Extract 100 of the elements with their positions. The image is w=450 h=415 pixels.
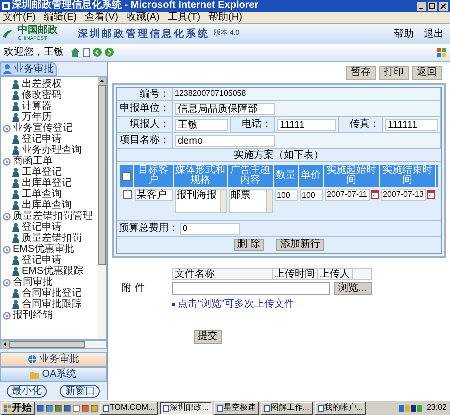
scroll-up-icon[interactable] [98, 77, 106, 85]
tree-group[interactable]: EMS优惠审批 [13, 244, 75, 255]
column-header: 数量 [274, 165, 299, 187]
text-area[interactable]: 报刊海报 [175, 189, 227, 213]
text-field[interactable]: 王敏 [175, 118, 228, 130]
module-button[interactable]: OA系统 [0, 367, 107, 382]
text-field[interactable]: demo [175, 134, 275, 146]
tree-item[interactable]: 业务办理查询 [22, 145, 82, 156]
vertical-scrollbar[interactable] [98, 77, 106, 340]
taskbar-button[interactable]: 图解工作... [260, 402, 313, 414]
tree-group[interactable]: 合同审批 [13, 277, 53, 288]
tree-item[interactable]: 质量差错扣罚 [22, 233, 82, 244]
forward-icon[interactable] [105, 48, 114, 57]
tree-item[interactable]: 出差授权 [22, 79, 62, 90]
windows-icon[interactable] [437, 48, 446, 57]
text-area[interactable]: 邮票 [229, 189, 273, 213]
windows-icon [4, 404, 11, 412]
browse-button[interactable]: 浏览... [334, 282, 372, 295]
page-icon[interactable] [83, 48, 90, 57]
text-field[interactable]: 111111 [385, 118, 438, 130]
sidebar-tab[interactable]: 业务审批 [0, 62, 57, 76]
column-header: 单价 [299, 165, 324, 187]
file-input[interactable] [172, 282, 330, 295]
column-header: 实施起始时间 [324, 165, 380, 187]
minimize-icon[interactable] [417, 2, 426, 10]
column-header: 上传人 [318, 268, 353, 280]
person-icon [12, 190, 20, 199]
text-field[interactable]: 11111 [277, 118, 336, 130]
date-field[interactable]: 2007-07-13 [381, 189, 426, 201]
taskbar-button[interactable]: 深圳邮政... [160, 402, 212, 414]
tree-item[interactable]: 万年历 [22, 112, 52, 123]
tree-item[interactable]: 工单查询 [22, 189, 62, 200]
menu-item[interactable]: 帮助(H) [208, 12, 242, 24]
text-field[interactable]: 0 [180, 222, 240, 234]
tree-item[interactable]: 出库单查询 [22, 200, 72, 211]
checkbox[interactable] [122, 190, 132, 199]
taskbar-button[interactable]: TOM.COM... [100, 402, 158, 414]
checkbox[interactable] [122, 172, 131, 180]
field-label: 项目名称： [120, 134, 170, 148]
person-icon [12, 80, 20, 89]
tree-group[interactable]: 商函工单 [13, 156, 53, 167]
header-link[interactable]: 退出 [424, 26, 444, 42]
tree-item[interactable]: 修改密码 [22, 90, 62, 101]
person-icon [12, 91, 20, 100]
tree-group[interactable]: 质量差错扣罚管理 [13, 211, 93, 222]
calendar-icon[interactable] [427, 190, 435, 199]
upload-hint-link[interactable]: 点击“浏览”可多次上传文件 [178, 297, 295, 312]
person-icon [12, 289, 20, 298]
field-label: 预算总费用： [119, 222, 179, 236]
date-field[interactable]: 2007-07-11 [325, 189, 370, 201]
window-button[interactable]: 新窗口 [60, 384, 100, 398]
taskbar-button[interactable]: 星空极速 [214, 402, 259, 414]
menu-item[interactable]: 查看(V) [85, 12, 118, 24]
window-icon [216, 404, 223, 412]
header-link[interactable]: 帮助 [394, 26, 414, 42]
tree-group[interactable]: 业务宣传登记 [13, 123, 73, 134]
menu-item[interactable]: 工具(T) [168, 12, 201, 24]
tray-icons-drawing [398, 404, 423, 412]
text-field[interactable]: 100 [300, 189, 323, 201]
text-field[interactable]: 100 [275, 189, 298, 201]
start-button[interactable]: 开始 [1, 402, 35, 414]
person-icon [12, 267, 20, 276]
menu-item[interactable]: 文件(F) [3, 12, 36, 24]
text-field[interactable]: 某客户 [135, 189, 173, 201]
menu-item[interactable]: 收藏(A) [126, 12, 160, 24]
scrollbar-thumb[interactable] [98, 85, 106, 265]
action-button[interactable]: 暂存 [346, 66, 376, 80]
tree-item[interactable]: 登记申请 [22, 222, 62, 233]
scrollbar-thumb[interactable] [9, 341, 85, 348]
field-label: 编号： [140, 88, 170, 102]
close-icon[interactable] [439, 2, 448, 10]
field-label: 申报单位： [120, 102, 170, 116]
tree-group[interactable]: 报刊经销 [13, 310, 53, 321]
calendar-icon[interactable] [371, 190, 379, 199]
table-action-button[interactable]: 添加新行 [276, 239, 324, 251]
tree-item[interactable]: 登记申请 [22, 134, 62, 145]
tree-item[interactable]: 登记申请 [22, 255, 62, 266]
taskbar-button[interactable]: 我的帐户... [314, 402, 366, 414]
back-icon[interactable] [93, 48, 102, 57]
window-button[interactable]: 最小化 [6, 384, 47, 398]
scroll-left-icon[interactable] [1, 341, 9, 348]
action-button[interactable]: 返回 [412, 66, 442, 80]
horizontal-scrollbar[interactable] [0, 340, 107, 350]
tree-item[interactable]: EMS优惠跟踪 [22, 266, 84, 277]
tree-item[interactable]: 工单登记 [22, 167, 62, 178]
action-button[interactable]: 打印 [379, 66, 409, 80]
person-icon [12, 234, 20, 243]
table-action-button[interactable]: 删 除 [234, 239, 264, 251]
tree-item[interactable]: 出库单登记 [22, 178, 72, 189]
person-icon [12, 113, 20, 122]
person-icon [12, 135, 20, 144]
home-icon[interactable] [71, 48, 80, 57]
submit-button[interactable]: 提交 [194, 330, 222, 344]
menu-item[interactable]: 编辑(E) [44, 12, 78, 24]
window-icon [103, 404, 109, 412]
tree-item[interactable]: 合同审批登记 [22, 288, 82, 299]
module-button[interactable]: 业务审批 [0, 352, 107, 368]
maximize-icon[interactable] [428, 2, 437, 10]
tree-item[interactable]: 计算器 [22, 101, 52, 112]
tree-item[interactable]: 合同审批跟踪 [22, 299, 82, 310]
